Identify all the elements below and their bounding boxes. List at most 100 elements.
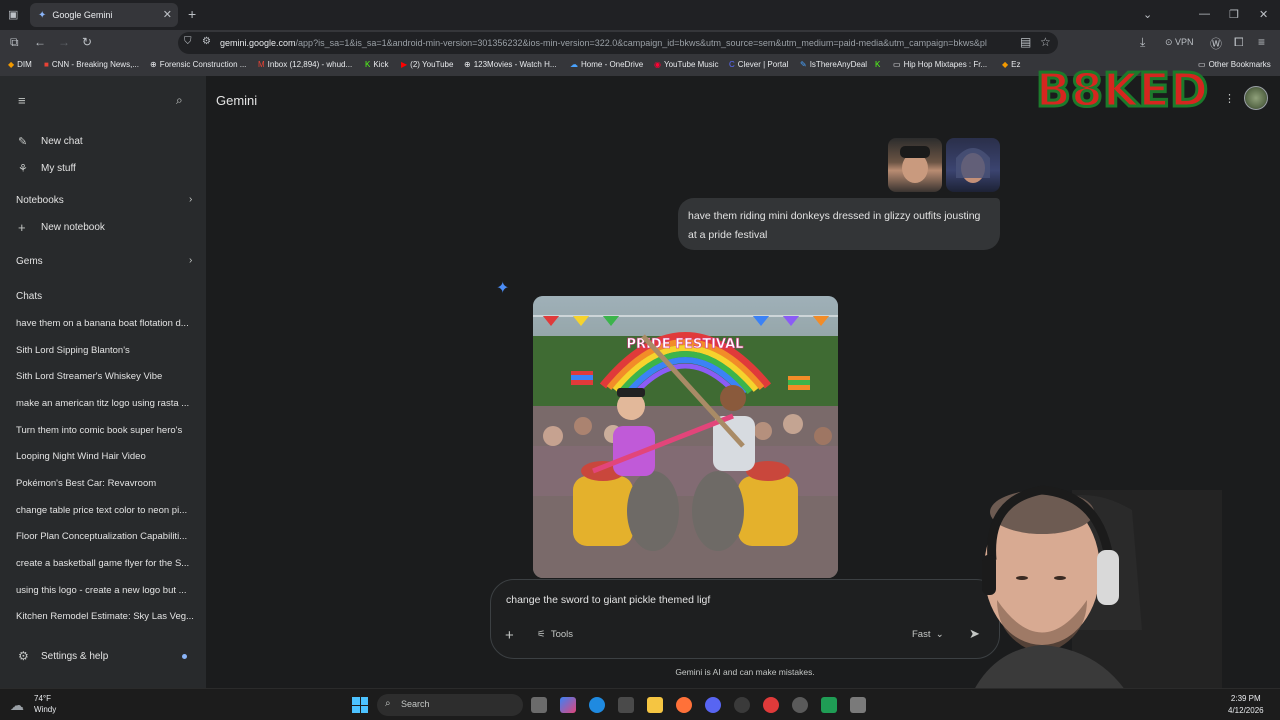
sidebar: ≡ ⌕ ✎ New chat ⚘ My stuff Notebooks › + … [0,76,206,688]
add-attachment-icon[interactable]: + [505,627,514,644]
webcam-overlay [882,470,1222,720]
extensions-icon[interactable]: ⧠ [1234,35,1244,50]
bookmark-item[interactable]: ■ CNN - Breaking News,... [44,60,139,69]
download-icon[interactable]: ⤓ [1140,35,1145,50]
store-icon[interactable] [618,697,634,713]
bookmark-item[interactable]: M Inbox (12,894) - whud... [258,60,352,69]
chat-item[interactable]: make an american titz logo using rasta .… [16,398,198,409]
clock[interactable]: 2:39 PM 4/12/2026 [1228,693,1264,717]
app-icon[interactable] [734,697,750,713]
copilot-icon[interactable] [560,697,576,713]
bookmark-item[interactable]: ◉ YouTube Music [654,60,719,69]
chat-item[interactable]: Sith Lord Streamer's Whiskey Vibe [16,371,198,382]
person-thumbnail [956,148,990,183]
back-icon[interactable]: ← [34,35,46,49]
bookmark-item[interactable]: K [875,60,883,69]
close-window-icon[interactable]: ✕ [1259,8,1268,21]
forward-icon[interactable]: → [58,35,70,49]
my-stuff-label: My stuff [41,163,76,174]
chevron-right-icon[interactable]: › [189,194,192,205]
minimize-icon[interactable]: — [1199,8,1210,20]
chevron-right-icon[interactable]: › [189,255,192,266]
bookmark-item[interactable]: C Clever | Portal [729,60,788,69]
prompt-input[interactable]: change the sword to giant pickle themed … [506,594,710,606]
bookmark-item[interactable]: ✎ IsThereAnyDeal [800,60,867,69]
file-explorer-icon[interactable] [647,697,663,713]
gemini-spark-icon: ✦ [496,280,510,297]
firefox-icon[interactable] [676,697,692,713]
attached-image-thumbnail[interactable] [888,138,942,192]
reload-icon[interactable]: ↻ [82,35,92,49]
bookmark-star-icon[interactable]: ☆ [1040,35,1051,49]
tab-actions-icon[interactable]: ▣ [8,8,18,21]
chat-item[interactable]: Turn them into comic book super hero's [16,425,198,436]
chat-item[interactable]: using this logo - create a new logo but … [16,585,198,596]
bookmark-item[interactable]: ▶ (2) YouTube [401,60,453,69]
bookmark-item[interactable]: ▭ Hip Hop Mixtapes : Fr... [893,60,987,69]
windows-taskbar: ☁ 74°F Windy ⌕ Search 2:39 PM 4/12/2026 [0,688,1280,720]
notebooks-heading[interactable]: Notebooks [16,195,64,206]
tools-button[interactable]: ⚟ Tools [537,629,573,640]
url-domain: gemini.google.com [220,38,296,48]
windows-start-icon[interactable] [352,697,368,713]
edge-icon[interactable] [589,697,605,713]
menu-icon[interactable]: ≡ [1258,35,1265,49]
screenshot-icon[interactable]: ▤ [1020,35,1031,49]
generated-image[interactable]: PRIDE FESTIVAL [533,296,838,578]
bookmark-item[interactable]: ☁ Home - OneDrive [570,60,643,69]
taskbar-search[interactable]: ⌕ Search [377,694,523,716]
chat-item[interactable]: Pokémon's Best Car: Revavroom [16,478,198,489]
clock-date: 4/12/2026 [1228,706,1264,715]
gear-icon: ⚙ [18,649,29,663]
disclaimer-text: Gemini is AI and can make mistakes. [675,667,815,677]
close-tab-icon[interactable]: ✕ [163,8,172,21]
user-message: have them riding mini donkeys dressed in… [678,198,1000,250]
tab-search-icon[interactable]: ⌄ [1143,8,1152,21]
bookmark-item[interactable]: K Kick [365,60,388,69]
sidebar-toggle-icon[interactable]: ⧉ [10,35,19,50]
wallet-icon[interactable]: Ⓦ [1210,35,1222,52]
new-notebook-label: New notebook [41,222,105,233]
jousting-scene-illustration: PRIDE FESTIVAL [533,296,838,578]
gems-heading[interactable]: Gems [16,256,43,267]
chats-heading: Chats [16,291,43,302]
bookmark-item[interactable]: ⊕ Forensic Construction ... [150,60,246,69]
b8ked-logo-graphic: B8KED [1034,62,1209,119]
plus-icon: + [18,220,26,235]
bookmark-item[interactable]: ◆ Ez [1002,60,1021,69]
person-thumbnail [900,146,930,183]
bookmark-item[interactable]: ⊕ 123Movies - Watch H... [464,60,557,69]
chat-item[interactable]: change table price text color to neon pi… [16,505,198,516]
task-view-icon[interactable] [531,697,547,713]
discord-icon[interactable] [705,697,721,713]
vpn-button[interactable]: ⊙ VPN [1165,37,1194,48]
stuff-icon: ⚘ [18,163,28,175]
chat-item[interactable]: Kitchen Remodel Estimate: Sky Las Veg... [16,611,198,622]
tab-google-gemini[interactable]: ✦ Google Gemini ✕ [30,3,178,27]
media-icon[interactable] [763,697,779,713]
shield-icon[interactable]: ⛉ [184,36,192,47]
bookmark-item[interactable]: ◆ DIM [8,60,32,69]
vpn-label: VPN [1175,37,1194,47]
site-settings-icon[interactable]: ⚙ [202,36,211,47]
main-menu-icon[interactable]: ≡ [18,93,26,108]
search-icon[interactable]: ⌕ [176,93,183,108]
wind-icon: ☁ [10,697,24,713]
address-bar[interactable]: ⛉ ⚙ gemini.google.com/app?is_sa=1&is_sa=… [178,32,1058,54]
attached-image-thumbnail[interactable] [946,138,1000,192]
app-icon[interactable] [850,697,866,713]
user-message-text: have them riding mini donkeys dressed in… [688,210,981,241]
chat-item[interactable]: Looping Night Wind Hair Video [16,451,198,462]
chat-item[interactable]: Floor Plan Conceptualization Capabiliti.… [16,531,198,542]
chat-item[interactable]: have them on a banana boat flotation d..… [16,318,198,329]
more-options-icon[interactable]: ⋮ [1224,92,1235,105]
new-tab-icon[interactable]: + [188,6,196,22]
page-title[interactable]: Gemini [216,93,257,108]
weather-desc: Windy [34,705,57,714]
settings-app-icon[interactable] [792,697,808,713]
account-avatar[interactable] [1244,86,1268,110]
chat-item[interactable]: Sith Lord Sipping Blanton's [16,345,198,356]
maximize-icon[interactable]: ❐ [1229,8,1239,21]
app-icon[interactable] [821,697,837,713]
chat-item[interactable]: create a basketball game flyer for the S… [16,558,198,569]
